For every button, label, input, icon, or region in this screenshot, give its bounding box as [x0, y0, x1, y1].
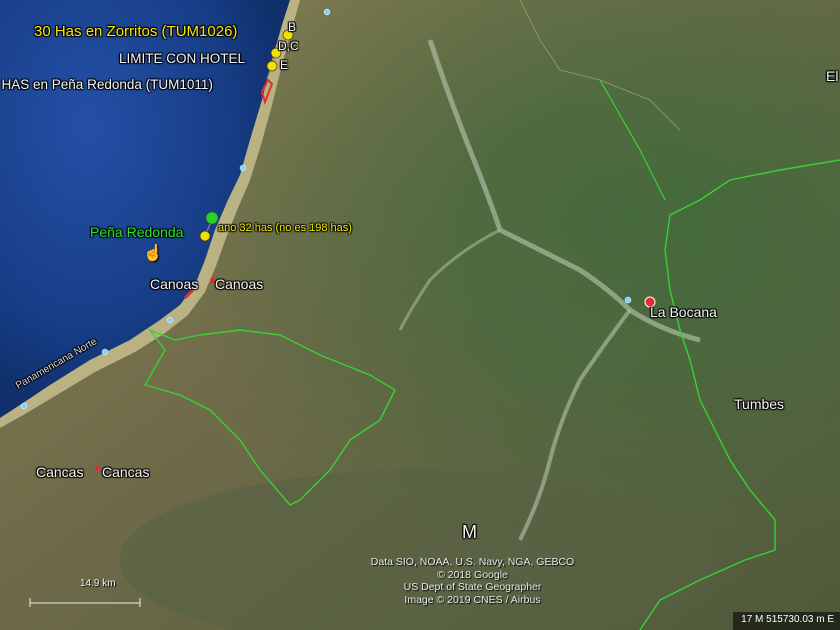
placemark-label-pena-redonda-has[interactable]: : HAS en Peña Redonda (TUM1011) — [0, 77, 213, 92]
hand-cursor-icon: ☝ — [143, 245, 163, 262]
coordinate-status-bar: 17 M 515730.03 m E — [733, 612, 840, 630]
placemark-label-zorritos[interactable]: 30 Has en Zorritos (TUM1026) — [34, 23, 237, 40]
marker-label-e[interactable]: E — [280, 58, 288, 72]
attribution-line: Data SIO, NOAA, U.S. Navy, NGA, GEBCO — [370, 556, 575, 568]
place-label-canoas[interactable]: Canoas — [150, 276, 198, 292]
yellow-pushpin-icon — [199, 230, 211, 242]
attribution-line: Image © 2019 CNES / Airbus — [404, 593, 541, 606]
marker-label-b[interactable]: B — [288, 20, 296, 34]
placemark-label-text: HAS en Peña Redonda (TUM1011) — [1, 77, 213, 92]
region-label-m: M — [462, 522, 477, 542]
place-label-cancas-2[interactable]: Cancas — [102, 464, 149, 480]
place-dot — [95, 466, 100, 471]
ridge-area — [440, 100, 680, 400]
placemark-label-limite-hotel[interactable]: LIMITE CON HOTEL — [119, 51, 245, 66]
scale-label: 14.9 km — [80, 578, 116, 589]
place-label-canoas-2[interactable]: Canoas — [215, 276, 263, 292]
attribution-line: © 2018 Google — [437, 568, 508, 581]
place-label-la-bocana[interactable]: La Bocana — [650, 304, 717, 320]
place-label-edge[interactable]: El — [826, 68, 838, 84]
placemark-label-pena-redonda[interactable]: Peña Redonda — [90, 224, 183, 240]
marker-label-dc[interactable]: D,C — [278, 39, 299, 53]
place-label-tumbes[interactable]: Tumbes — [734, 396, 784, 412]
place-label-cancas[interactable]: Cancas — [36, 464, 83, 480]
attribution-line: US Dept of State Geographer — [403, 581, 542, 593]
map-attribution: Data SIO, NOAA, U.S. Navy, NGA, GEBCO © … — [360, 556, 585, 606]
placemark-label-plano-note[interactable]: ano 32 has (no es 198 has) — [218, 222, 352, 234]
